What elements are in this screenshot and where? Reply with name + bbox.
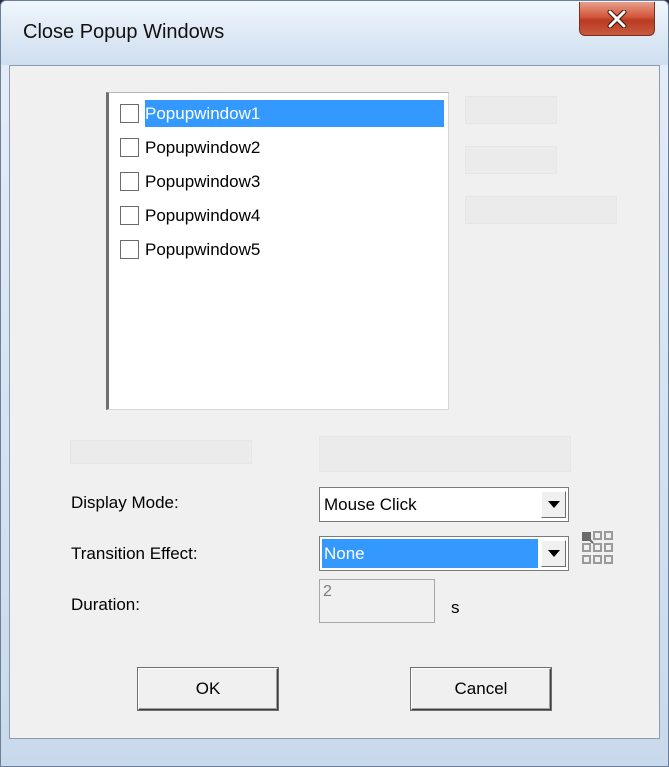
display-mode-select[interactable]: Mouse Click xyxy=(319,487,569,522)
dialog-window: Close Popup Windows Popupwindow1 Popupwi… xyxy=(0,0,669,767)
hidden-control-5 xyxy=(319,436,571,472)
list-item-label: Popupwindow5 xyxy=(145,240,261,259)
cancel-button[interactable]: Cancel xyxy=(411,668,551,710)
hidden-control-3 xyxy=(465,196,617,224)
duration-value: 2 xyxy=(323,583,332,600)
popup-window-list[interactable]: Popupwindow1 Popupwindow2 Popupwindow3 P… xyxy=(106,92,449,410)
duration-input[interactable]: 2 xyxy=(319,579,435,623)
list-item[interactable]: Popupwindow4 xyxy=(109,199,448,233)
list-item-label: Popupwindow3 xyxy=(145,172,261,191)
dialog-client-area: Popupwindow1 Popupwindow2 Popupwindow3 P… xyxy=(9,65,660,739)
title-bar[interactable]: Close Popup Windows xyxy=(1,1,668,65)
list-item-checkbox[interactable] xyxy=(120,206,139,225)
duration-label: Duration: xyxy=(71,595,140,614)
dropdown-arrow-icon[interactable] xyxy=(541,540,566,567)
display-mode-label: Display Mode: xyxy=(71,493,179,512)
ok-button[interactable]: OK xyxy=(138,668,278,710)
hidden-control-1 xyxy=(465,96,557,124)
list-item-checkbox[interactable] xyxy=(120,104,139,123)
list-item[interactable]: Popupwindow1 xyxy=(109,97,448,131)
list-item[interactable]: Popupwindow3 xyxy=(109,165,448,199)
list-item-checkbox[interactable] xyxy=(120,240,139,259)
list-item[interactable]: Popupwindow2 xyxy=(109,131,448,165)
hidden-control-4 xyxy=(70,440,252,464)
close-icon xyxy=(607,9,627,28)
list-item-label: Popupwindow2 xyxy=(145,138,261,157)
duration-unit: s xyxy=(451,598,460,617)
transition-effect-value: None xyxy=(324,544,365,563)
list-item-checkbox[interactable] xyxy=(120,138,139,157)
grid-settings-icon[interactable] xyxy=(580,530,622,570)
transition-effect-label: Transition Effect: xyxy=(71,544,198,563)
window-title: Close Popup Windows xyxy=(23,21,225,43)
list-item-label: Popupwindow1 xyxy=(145,104,261,123)
close-button[interactable] xyxy=(579,2,655,36)
dropdown-arrow-icon[interactable] xyxy=(541,491,566,518)
list-item-label: Popupwindow4 xyxy=(145,206,261,225)
transition-effect-select[interactable]: None xyxy=(319,536,569,571)
list-item[interactable]: Popupwindow5 xyxy=(109,233,448,267)
display-mode-value: Mouse Click xyxy=(324,495,417,514)
list-item-checkbox[interactable] xyxy=(120,172,139,191)
hidden-control-2 xyxy=(465,146,557,174)
